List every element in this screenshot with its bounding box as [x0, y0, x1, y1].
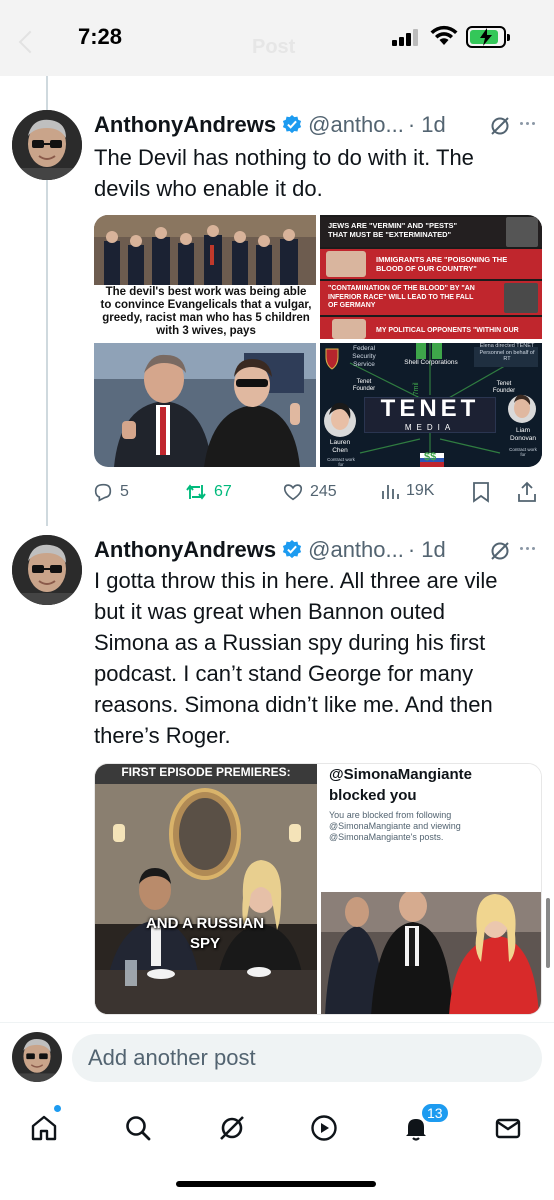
divider	[0, 1022, 554, 1023]
quote-text: MY POLITICAL OPPONENTS "WITHIN OUR	[376, 327, 519, 334]
cellular-signal-icon	[392, 28, 422, 46]
tenet-media-label: MEDIA	[404, 423, 456, 432]
blocked-title: blocked you	[329, 787, 417, 804]
grok-icon	[220, 1116, 244, 1140]
bookmark-icon[interactable]	[472, 481, 490, 503]
founder-label: Tenet Founder	[352, 379, 376, 392]
author-handle[interactable]: @antho...	[308, 112, 404, 138]
tab-home[interactable]	[26, 1110, 62, 1146]
play-icon	[311, 1115, 337, 1141]
battery-icon	[466, 26, 510, 48]
mail-icon	[495, 1118, 521, 1139]
repost-count: 67	[214, 483, 232, 500]
media-image-blocked[interactable]: @SimonaMangiante blocked you You are blo…	[321, 764, 541, 888]
dollar-label: $$	[424, 451, 437, 463]
reply-input[interactable]	[88, 1045, 542, 1071]
tenet-logo: TENET	[380, 395, 480, 422]
search-icon	[126, 1116, 151, 1141]
author-handle[interactable]: @antho...	[308, 537, 404, 563]
scrollbar[interactable]	[546, 898, 550, 968]
reply-composer[interactable]	[72, 1034, 542, 1082]
wifi-icon	[430, 25, 458, 45]
tab-video[interactable]	[306, 1110, 342, 1146]
new-content-dot	[54, 1105, 61, 1112]
like-count: 245	[310, 483, 337, 500]
author-name[interactable]: AnthonyAndrews	[94, 537, 276, 563]
author-name[interactable]: AnthonyAndrews	[94, 112, 276, 138]
shell-label: Shell Corporations	[404, 359, 458, 366]
podcast-banner: FIRST EPISODE PREMIERES:	[121, 765, 291, 779]
heart-icon	[283, 484, 303, 501]
repost-button[interactable]: 67	[184, 481, 232, 503]
avatar[interactable]	[12, 110, 82, 180]
grok-icon[interactable]	[488, 114, 512, 138]
reply-count: 5	[120, 483, 129, 500]
views-button[interactable]: 19K	[380, 481, 434, 501]
repost-icon	[186, 484, 206, 500]
post-header: AnthonyAndrews @antho... · 1d	[94, 110, 446, 140]
post-age: · 1d	[407, 537, 446, 562]
blocked-handle: @SimonaMangiante	[329, 766, 472, 783]
status-bar: Post 7:28	[0, 0, 554, 76]
quote-text: "CONTAMINATION OF THE BLOOD" BY "AN INFE…	[328, 285, 475, 309]
media-image-podcast[interactable]: FIRST EPISODE PREMIERES: AND A RUSSIAN S…	[95, 764, 317, 1014]
views-icon	[382, 485, 399, 499]
post[interactable]: AnthonyAndrews @antho... · 1d I gotta th…	[0, 535, 554, 1015]
media-image-two-men[interactable]	[94, 343, 316, 467]
elena-label: Elena directed TENET Personnel on behalf…	[479, 343, 535, 362]
avatar[interactable]	[12, 535, 82, 605]
quote-text: JEWS ARE "VERMIN" AND "PESTS" THAT MUST …	[328, 221, 458, 239]
post-media-grid[interactable]: FIRST EPISODE PREMIERES: AND A RUSSIAN S…	[94, 763, 542, 1015]
contract-label: Contract work for	[509, 447, 537, 457]
contract-label: Contract work for	[327, 457, 355, 467]
status-time: 7:28	[78, 24, 123, 49]
home-indicator[interactable]	[176, 1181, 376, 1187]
post-media-grid[interactable]: The devil's best work was being able to …	[94, 215, 542, 467]
bottom-tab-bar	[0, 1100, 554, 1160]
reply-button[interactable]: 5	[92, 481, 129, 503]
media-image-tenet[interactable]: Federal Security Service Shell Corporati…	[320, 343, 542, 467]
reply-icon	[94, 483, 112, 502]
tab-grok[interactable]	[214, 1110, 250, 1146]
person-label: Lauren Chen	[329, 439, 351, 454]
home-icon	[31, 1115, 57, 1141]
more-options-icon[interactable]	[520, 122, 535, 125]
tab-messages[interactable]	[490, 1110, 526, 1146]
post-actions: 5 67 245 19K	[92, 481, 542, 505]
post-header: AnthonyAndrews @antho... · 1d	[94, 535, 446, 565]
founder-label: Tenet Founder	[492, 381, 516, 394]
more-options-icon[interactable]	[520, 547, 535, 550]
post-text: The Devil has nothing to do with it. The…	[94, 145, 474, 201]
video-caption: AND A RUSSIAN SPY	[145, 915, 265, 952]
quote-text: IMMIGRANTS ARE "POISONING THE BLOOD OF O…	[376, 255, 508, 273]
page-title: Post	[252, 36, 296, 58]
verified-badge-icon	[283, 540, 302, 559]
person-label: Liam Donovan	[509, 427, 537, 442]
avatar[interactable]	[12, 1032, 62, 1082]
grok-icon[interactable]	[488, 539, 512, 563]
tab-search[interactable]	[120, 1110, 156, 1146]
post-age: · 1d	[407, 112, 446, 137]
verified-badge-icon	[283, 115, 302, 134]
notifications-badge: 13	[420, 1102, 450, 1124]
post[interactable]: AnthonyAndrews @antho... · 1d The Devil …	[0, 110, 554, 510]
view-count: 19K	[406, 482, 435, 499]
media-caption: The devil's best work was being able to …	[100, 286, 312, 337]
share-icon[interactable]	[516, 481, 538, 503]
back-arrow-icon[interactable]	[18, 30, 42, 54]
post-text: I gotta throw this in here. All three ar…	[94, 568, 498, 748]
media-image-quotes[interactable]: JEWS ARE "VERMIN" AND "PESTS" THAT MUST …	[320, 215, 542, 339]
fsb-label: Federal Security Service	[352, 345, 376, 368]
media-image-evangelicals[interactable]: The devil's best work was being able to …	[94, 215, 316, 339]
blocked-description: You are blocked from following @SimonaMa…	[329, 810, 461, 842]
like-button[interactable]: 245	[282, 481, 337, 503]
media-image-group-photo[interactable]	[321, 892, 541, 1014]
